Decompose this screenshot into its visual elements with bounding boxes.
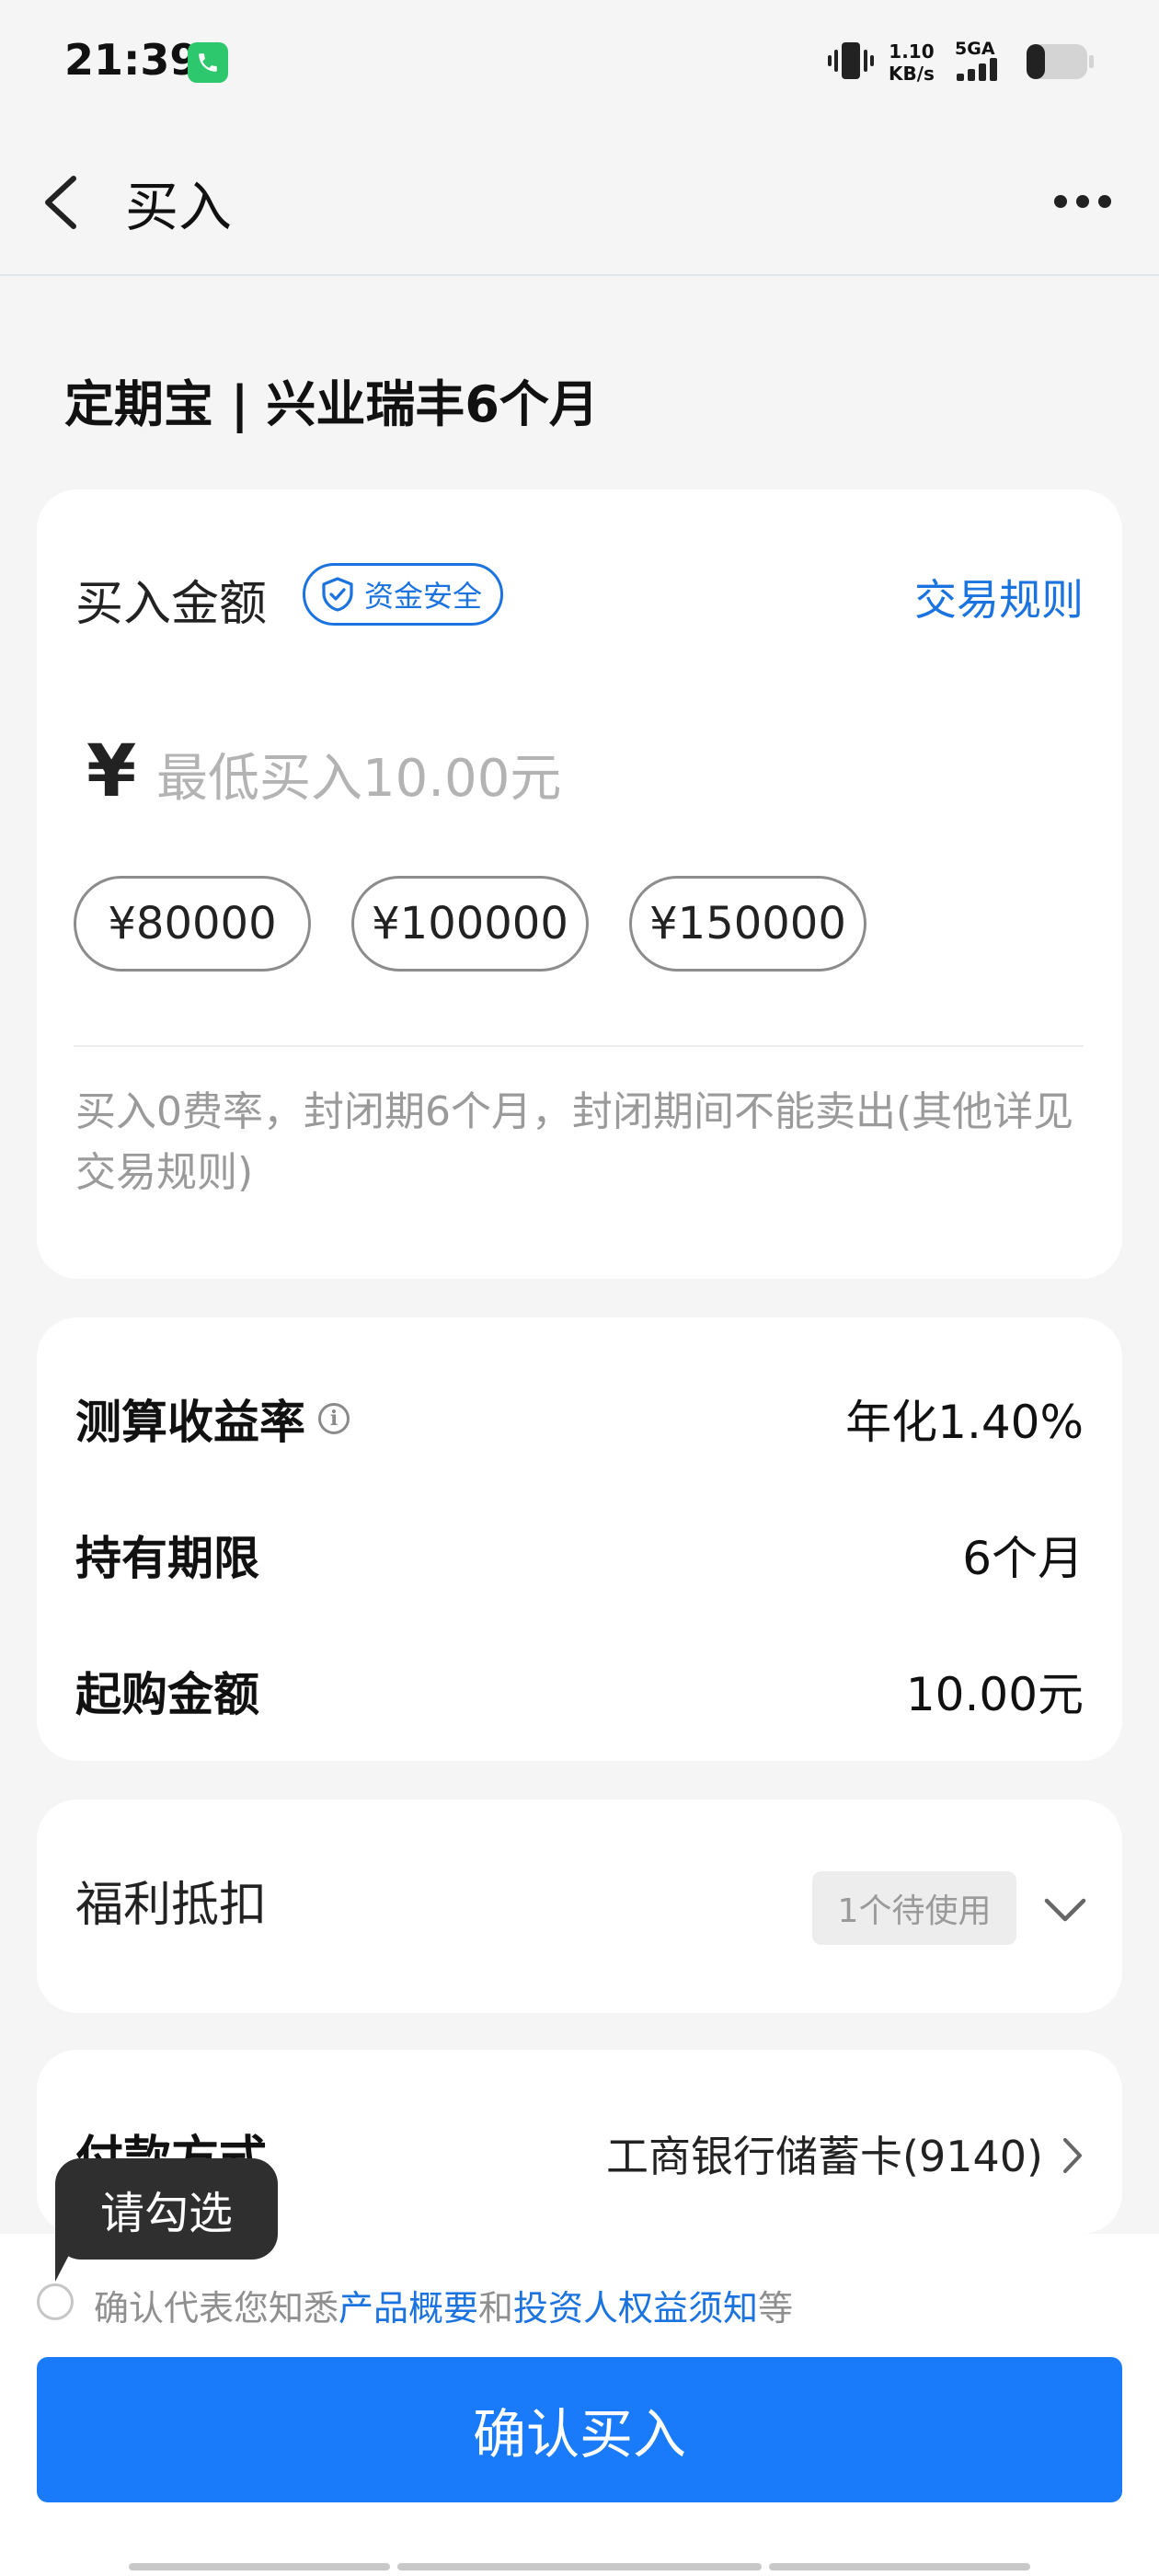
amount-card: 买入金额 资金安全 交易规则 ¥ ¥80000 ¥100000 ¥150000 … — [37, 489, 1122, 1279]
product-title: 定期宝 | 兴业瑞丰6个月 — [64, 375, 599, 433]
signal-icon — [957, 55, 1017, 86]
welfare-label: 福利抵扣 — [75, 1878, 268, 1933]
investor-rights-link[interactable]: 投资人权益须知 — [513, 2288, 758, 2329]
quick-amount-chip[interactable]: ¥100000 — [351, 876, 589, 972]
amount-label: 买入金额 — [75, 577, 268, 632]
gesture-bar — [397, 2563, 762, 2570]
back-arrow-icon[interactable] — [37, 166, 92, 239]
page-title: 买入 — [125, 176, 233, 238]
info-row-rate: 测算收益率 i 年化1.40% — [75, 1382, 1084, 1455]
chevron-right-icon[interactable] — [1054, 2133, 1091, 2179]
check-reminder-tooltip: 请勾选 — [55, 2158, 278, 2260]
fund-safety-badge: 资金安全 — [303, 563, 504, 626]
divider — [74, 1045, 1084, 1047]
agreement-text: 确认代表您知悉产品概要和投资人权益须知等 — [94, 2288, 794, 2329]
rate-value: 年化1.40% — [845, 1396, 1084, 1449]
min-amount-value: 10.00元 — [905, 1668, 1084, 1721]
amount-note: 买入0费率，封闭期6个月，封闭期间不能卖出(其他详见交易规则) — [75, 1088, 1074, 1196]
vibrate-icon — [828, 40, 874, 85]
product-summary-link[interactable]: 产品概要 — [339, 2288, 478, 2329]
status-time: 21:39 — [64, 35, 200, 85]
payment-method-value: 工商银行储蓄卡(9140) — [606, 2132, 1043, 2181]
rate-label: 测算收益率 i — [75, 1386, 350, 1452]
status-bar: 21:39 1.10 KB/s 5GA — [0, 0, 1159, 129]
nav-bar: 买入 — [0, 129, 1159, 276]
min-amount-label: 起购金额 — [75, 1668, 259, 1721]
info-row-period: 持有期限 6个月 — [75, 1518, 1084, 1592]
trade-rules-link[interactable]: 交易规则 — [914, 567, 1084, 627]
period-label: 持有期限 — [75, 1532, 259, 1585]
shield-icon — [322, 577, 353, 612]
info-icon[interactable]: i — [318, 1403, 350, 1434]
gesture-bar — [129, 2563, 390, 2570]
period-value: 6个月 — [962, 1532, 1084, 1585]
confirm-buy-button[interactable]: 确认买入 — [37, 2357, 1122, 2502]
quick-amount-chip[interactable]: ¥150000 — [629, 876, 866, 972]
amount-input[interactable] — [156, 732, 984, 824]
network-speed: 1.10 KB/s — [889, 40, 935, 85]
quick-amount-chips: ¥80000 ¥100000 ¥150000 — [74, 876, 866, 972]
more-options-icon[interactable] — [1054, 190, 1115, 212]
welfare-pending-badge: 1个待使用 — [812, 1871, 1016, 1945]
agreement-checkbox[interactable] — [37, 2283, 74, 2320]
welfare-card[interactable]: 福利抵扣 1个待使用 — [37, 1800, 1122, 2013]
gesture-bar — [769, 2563, 1030, 2570]
chevron-down-icon[interactable] — [1039, 1884, 1091, 1936]
currency-symbol: ¥ — [86, 730, 137, 813]
phone-call-icon — [188, 42, 228, 83]
quick-amount-chip[interactable]: ¥80000 — [74, 876, 311, 972]
product-info-card: 测算收益率 i 年化1.40% 持有期限 6个月 起购金额 10.00元 — [37, 1317, 1122, 1761]
battery-icon — [1025, 42, 1095, 85]
info-row-min-amount: 起购金额 10.00元 — [75, 1654, 1084, 1728]
fund-safety-text: 资金安全 — [364, 579, 483, 614]
